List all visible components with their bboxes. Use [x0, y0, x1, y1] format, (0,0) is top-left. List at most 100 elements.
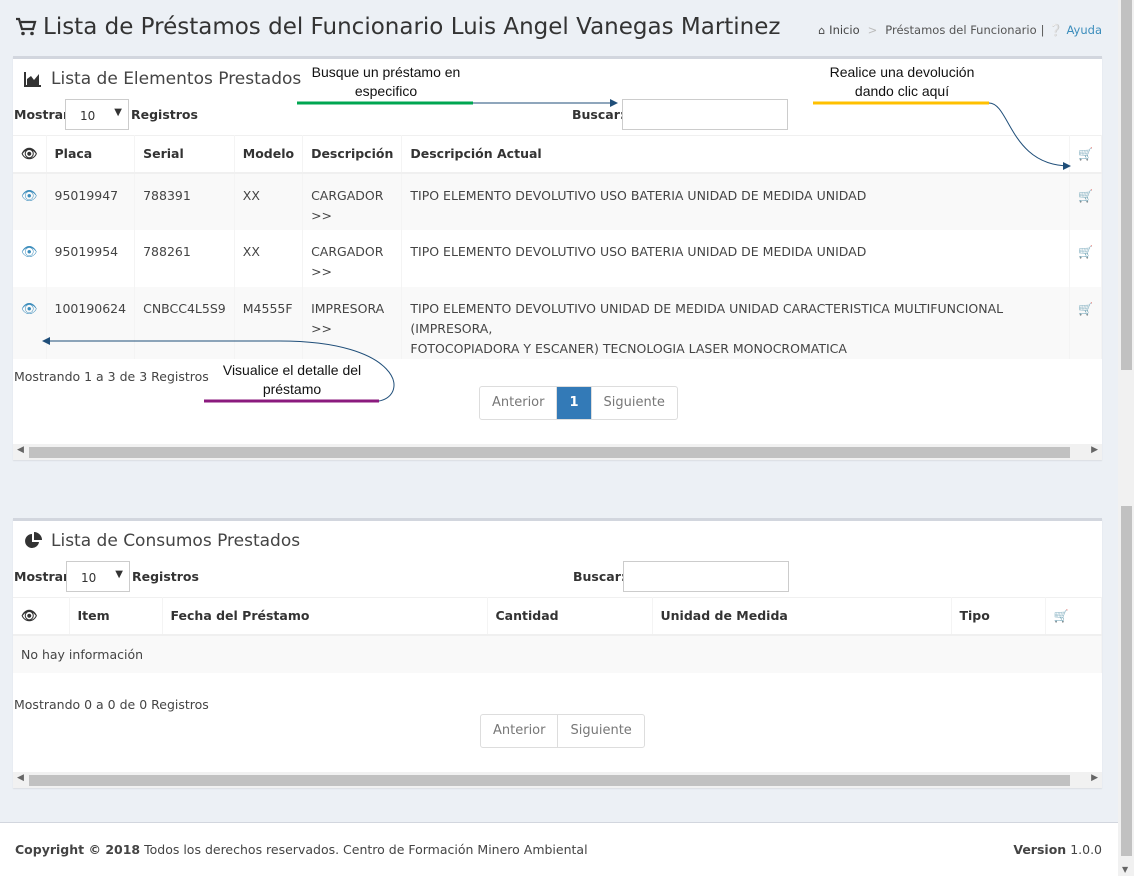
- placa-cell: 95019947: [54, 187, 119, 203]
- annotation-return-line1: Realice una devolución: [829, 64, 975, 80]
- eye-icon: 👁: [21, 608, 38, 624]
- annotation-detail-line2: préstamo: [262, 381, 322, 397]
- show-label: Mostrar: [14, 569, 70, 584]
- column-header[interactable]: Item: [69, 597, 163, 636]
- column-header[interactable]: Fecha del Préstamo: [162, 597, 488, 636]
- home-icon: ⌂: [818, 23, 826, 37]
- return-cart-icon[interactable]: 🛒: [1078, 302, 1093, 316]
- page-size-select[interactable]: 10 ▼: [66, 561, 130, 592]
- elements-table: 👁 Placa Serial Modelo Descripción Descri…: [13, 135, 1102, 359]
- annotation-search: Busque un préstamo en especifico: [300, 63, 472, 101]
- annotation-search-line2: especifico: [354, 83, 418, 99]
- return-column-header: 🛒: [1045, 597, 1102, 636]
- column-header[interactable]: Modelo: [234, 135, 304, 174]
- scroll-left-icon[interactable]: ◀: [17, 445, 24, 455]
- copyright: Copyright © 2018 Todos los derechos rese…: [15, 842, 588, 857]
- annotation-search-line1: Busque un préstamo en: [311, 64, 461, 80]
- elements-box: Lista de Elementos Prestados Mostrar 10 …: [13, 56, 1102, 460]
- annotation-return-line2: dando clic aquí: [854, 83, 950, 99]
- column-header[interactable]: Cantidad: [487, 597, 653, 636]
- scrollbar-thumb-lower[interactable]: [1121, 506, 1132, 856]
- breadcrumb-home-link[interactable]: Inicio: [829, 23, 859, 37]
- column-header[interactable]: Placa: [46, 135, 136, 174]
- pie-chart-icon: [25, 532, 42, 548]
- descripcion-cell: IMPRESORA: [311, 300, 385, 316]
- modelo-cell: M4555F: [242, 300, 293, 316]
- table-row: 👁 100190624 CNBCC4L5S9 M4555F IMPRESORA >…: [13, 286, 1102, 359]
- prev-page-button[interactable]: Anterior: [481, 715, 559, 747]
- footer: Copyright © 2018 Todos los derechos rese…: [0, 822, 1118, 876]
- column-header[interactable]: Descripción: [302, 135, 403, 174]
- copyright-year: Copyright © 2018: [15, 842, 141, 857]
- view-column-header: 👁: [13, 135, 47, 174]
- horizontal-scrollbar[interactable]: ◀ ▶: [13, 444, 1102, 460]
- consumos-table: 👁 Item Fecha del Préstamo Cantidad Unida…: [13, 597, 1102, 673]
- scrollbar-thumb[interactable]: [1121, 0, 1132, 370]
- consumos-controls: Mostrar 10 ▼ Registros Buscar:: [13, 561, 1102, 593]
- cart-arrow-icon: 🛒: [1078, 147, 1093, 162]
- scrollbar-thumb[interactable]: [29, 447, 1070, 458]
- page-size-value: 10: [81, 571, 97, 585]
- scroll-down-icon[interactable]: ▼: [1122, 865, 1128, 874]
- table-info: Mostrando 0 a 0 de 0 Registros: [14, 697, 209, 712]
- copyright-text: Todos los derechos reservados. Centro de…: [144, 842, 588, 857]
- next-page-button[interactable]: Siguiente: [558, 715, 643, 747]
- help-label: Ayuda: [1066, 23, 1102, 37]
- annotation-return: Realice una devolución dando clic aquí: [812, 63, 992, 101]
- serial-cell: 788261: [143, 243, 191, 259]
- serial-cell: 788391: [143, 187, 191, 203]
- eye-icon: 👁: [21, 146, 38, 162]
- column-header[interactable]: Serial: [134, 135, 235, 174]
- search-label: Buscar:: [573, 569, 626, 584]
- page-size-select[interactable]: 10 ▼: [65, 99, 129, 130]
- chevron-down-icon: ▼: [115, 569, 123, 580]
- view-column-header: 👁: [13, 597, 70, 636]
- horizontal-scrollbar[interactable]: ◀ ▶: [13, 772, 1102, 788]
- next-page-button[interactable]: Siguiente: [592, 387, 677, 419]
- view-detail-eye-icon[interactable]: 👁: [21, 302, 38, 317]
- view-detail-eye-icon[interactable]: 👁: [21, 189, 38, 204]
- version: Version 1.0.0: [1013, 842, 1102, 857]
- column-header[interactable]: Unidad de Medida: [652, 597, 952, 636]
- column-header[interactable]: Descripción Actual: [401, 135, 1070, 174]
- placa-cell: 100190624: [54, 300, 127, 316]
- table-row: 👁 95019954 788261 XX CARGADOR >> TIPO ELE…: [13, 229, 1102, 287]
- scroll-right-icon[interactable]: ▶: [1091, 445, 1098, 455]
- placa-cell: 95019954: [54, 243, 119, 259]
- table-info: Mostrando 1 a 3 de 3 Registros: [14, 369, 209, 384]
- consumos-box-title: Lista de Consumos Prestados: [24, 531, 300, 551]
- return-cart-icon[interactable]: 🛒: [1078, 189, 1093, 203]
- prev-page-button[interactable]: Anterior: [480, 387, 558, 419]
- search-input[interactable]: [623, 561, 789, 592]
- breadcrumb: ⌂ Inicio > Préstamos del Funcionario | ❔…: [818, 23, 1102, 37]
- question-circle-icon: ❔: [1048, 23, 1063, 37]
- elements-box-title-text: Lista de Elementos Prestados: [51, 69, 302, 89]
- annotation-detail: Visualice el detalle del préstamo: [206, 361, 378, 399]
- page-size-value: 10: [80, 109, 96, 123]
- scroll-left-icon[interactable]: ◀: [17, 773, 24, 783]
- table-header: 👁 Item Fecha del Préstamo Cantidad Unida…: [13, 597, 1102, 636]
- elements-box-title: Lista de Elementos Prestados: [24, 69, 301, 89]
- return-cart-icon[interactable]: 🛒: [1078, 245, 1093, 259]
- more-link[interactable]: >>: [311, 319, 393, 339]
- page-1-button[interactable]: 1: [557, 387, 592, 419]
- breadcrumb-divider: |: [1040, 23, 1045, 37]
- serial-cell: CNBCC4L5S9: [143, 300, 226, 316]
- scrollbar-thumb[interactable]: [29, 775, 1070, 786]
- help-link[interactable]: ❔ Ayuda: [1048, 23, 1102, 37]
- records-label: Registros: [132, 569, 199, 584]
- return-column-header: 🛒: [1069, 135, 1102, 174]
- vertical-scrollbar[interactable]: ▲ ▼: [1118, 0, 1134, 876]
- more-link[interactable]: >>: [311, 206, 393, 226]
- empty-message: No hay información: [13, 634, 1102, 673]
- search-input[interactable]: [622, 99, 788, 130]
- content-header: Lista de Préstamos del Funcionario Luis …: [0, 0, 1118, 56]
- column-header[interactable]: Tipo: [951, 597, 1046, 636]
- scroll-right-icon[interactable]: ▶: [1091, 773, 1098, 783]
- more-link[interactable]: >>: [311, 262, 393, 282]
- empty-row: No hay información: [13, 634, 1102, 673]
- descripcion-cell: CARGADOR: [311, 243, 384, 259]
- view-detail-eye-icon[interactable]: 👁: [21, 245, 38, 260]
- show-label: Mostrar: [14, 107, 70, 122]
- cart-arrow-icon: 🛒: [1053, 609, 1069, 624]
